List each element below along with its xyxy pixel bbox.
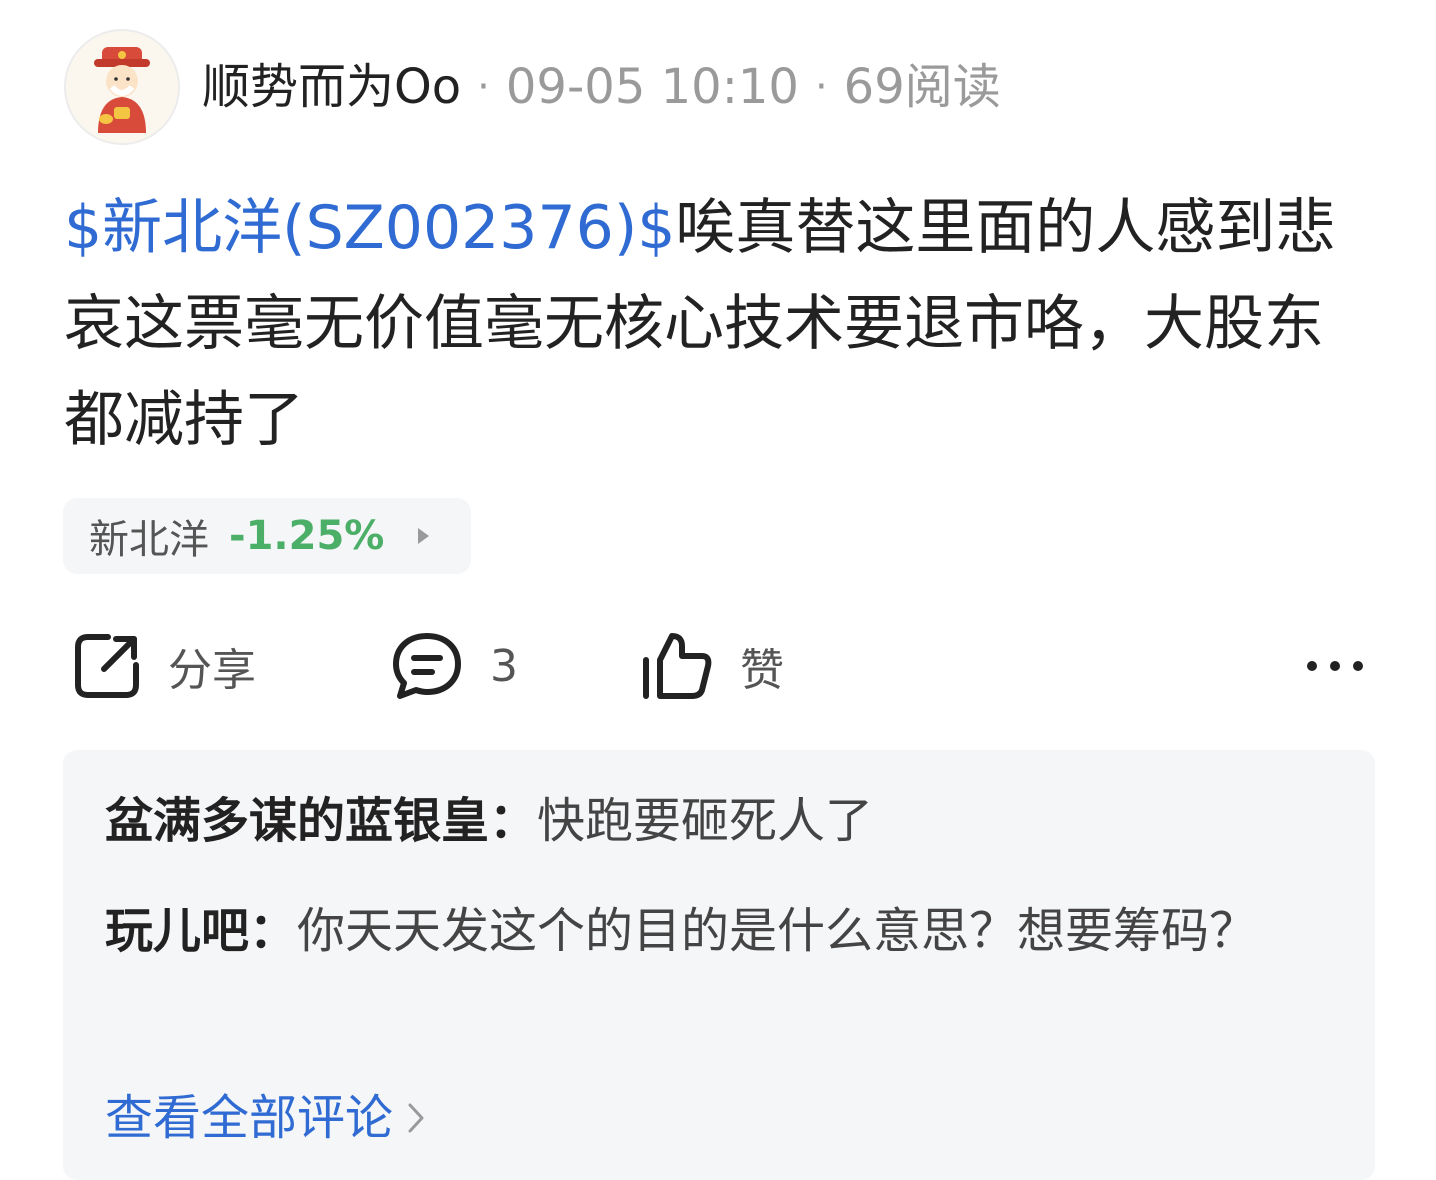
share-button[interactable]: 分享 bbox=[72, 628, 256, 704]
comment-author[interactable]: 盆满多谋的蓝银皇： bbox=[105, 793, 537, 849]
stock-chip-name: 新北洋 bbox=[89, 517, 209, 563]
stock-chip[interactable]: 新北洋 -1.25% bbox=[63, 498, 471, 574]
chevron-right-icon bbox=[418, 528, 430, 544]
author-name[interactable]: 顺势而为Oo bbox=[202, 63, 461, 111]
chevron-right-icon bbox=[408, 1103, 424, 1133]
comment-count: 3 bbox=[490, 640, 518, 692]
share-icon bbox=[75, 634, 139, 698]
share-label: 分享 bbox=[168, 645, 256, 696]
avatar[interactable] bbox=[64, 29, 180, 145]
comment-icon bbox=[393, 633, 461, 699]
thumbs-up-icon bbox=[643, 633, 712, 699]
stock-tag-link[interactable]: $新北洋(SZ002376)$ bbox=[64, 193, 675, 263]
like-label: 赞 bbox=[740, 645, 784, 696]
meta-separator: · bbox=[814, 64, 828, 110]
meta-separator: · bbox=[477, 64, 490, 110]
view-all-comments-label: 查看全部评论 bbox=[105, 1090, 394, 1146]
view-all-comments-link[interactable]: 查看全部评论 bbox=[105, 1078, 425, 1158]
comments-preview: 盆满多谋的蓝银皇：快跑要砸死人了 玩儿吧：你天天发这个的目的是什么意思？想要筹码… bbox=[63, 750, 1375, 1180]
read-count: 69阅读 bbox=[843, 59, 1001, 115]
post-header: 顺势而为Oo · 09-05 10:10 · 69阅读 bbox=[64, 28, 1001, 146]
post-time: 09-05 10:10 bbox=[505, 59, 799, 115]
action-bar: 分享 3 赞 bbox=[64, 628, 1364, 704]
post-meta: 顺势而为Oo · 09-05 10:10 · 69阅读 bbox=[202, 63, 1001, 111]
comment-item[interactable]: 玩儿吧：你天天发这个的目的是什么意思？想要筹码？ bbox=[105, 888, 1345, 974]
comment-button[interactable]: 3 bbox=[390, 628, 518, 704]
avatar-image bbox=[94, 47, 150, 133]
comment-text: 快跑要砸死人了 bbox=[537, 793, 874, 849]
more-dots-icon bbox=[1307, 661, 1363, 671]
stock-chip-change: -1.25% bbox=[229, 513, 385, 559]
post-content: $新北洋(SZ002376)$唉真替这里面的人感到悲哀这票毫无价值毫无核心技术要… bbox=[64, 180, 1354, 468]
comment-text: 你天天发这个的目的是什么意思？想要筹码？ bbox=[297, 903, 1258, 959]
like-button[interactable]: 赞 bbox=[640, 628, 784, 704]
comment-item[interactable]: 盆满多谋的蓝银皇：快跑要砸死人了 bbox=[105, 778, 1345, 864]
comment-author[interactable]: 玩儿吧： bbox=[105, 903, 297, 959]
more-button[interactable] bbox=[1304, 628, 1364, 704]
